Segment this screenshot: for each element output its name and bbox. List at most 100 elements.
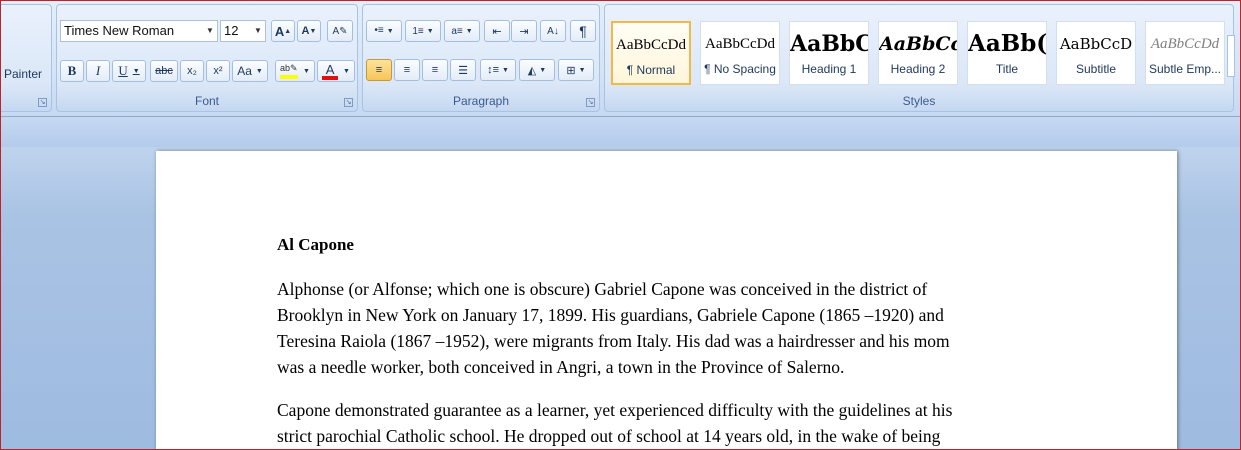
underline-icon: U	[118, 63, 128, 78]
decrease-indent-button[interactable]: ⇤	[484, 20, 510, 42]
font-color-icon: A	[322, 62, 339, 80]
style-subtitle[interactable]: AaBbCcD Subtitle	[1056, 21, 1136, 85]
align-center-button[interactable]: ≡	[394, 59, 420, 81]
chevron-down-icon[interactable]: ▼	[502, 67, 509, 74]
style-heading-1[interactable]: AaBbC Heading 1	[789, 21, 869, 85]
clipboard-launcher-icon[interactable]: ↘	[38, 98, 47, 107]
style-name: Heading 1	[801, 62, 857, 76]
style-name: ¶ No Spacing	[704, 62, 776, 76]
chevron-down-icon[interactable]: ▼	[427, 28, 434, 35]
format-painter-button[interactable]: Painter	[4, 67, 42, 81]
grow-font-button[interactable]: A ▲	[271, 20, 295, 42]
font-group-label: Font	[194, 94, 219, 108]
style-normal[interactable]: AaBbCcDd ¶ Normal	[611, 21, 691, 85]
line-spacing-button[interactable]: ↕≡ ▼	[480, 59, 516, 81]
document-title: Al Capone	[277, 235, 354, 254]
chevron-down-icon[interactable]: ▼	[466, 28, 473, 35]
change-case-icon: Aa	[237, 64, 252, 78]
style-subtle-emphasis[interactable]: AaBbCcDd Subtle Emp...	[1145, 21, 1225, 85]
style-name: Subtle Emp...	[1148, 62, 1222, 76]
paragraph-dialog-launcher-icon[interactable]: ↘	[586, 98, 595, 107]
chevron-down-icon[interactable]: ▼	[343, 68, 350, 75]
paragraph-1: Alphonse (or Alfonse; which one is obscu…	[277, 276, 1057, 380]
align-left-button[interactable]: ≡	[366, 59, 392, 81]
multilevel-list-button[interactable]: a≡ ▼	[444, 20, 480, 42]
shrink-font-icon: A	[301, 25, 310, 37]
style-sample: AaBbC	[790, 31, 868, 57]
document-page[interactable]: Al Capone Alphonse (or Alfonse; which on…	[156, 151, 1177, 449]
chevron-down-icon[interactable]: ▼	[539, 67, 546, 74]
paragraph-line: strict parochial Catholic school. He dro…	[277, 426, 941, 446]
font-name-value: Times New Roman	[64, 23, 175, 38]
justify-button[interactable]: ☰	[450, 59, 476, 81]
sort-button[interactable]: A↓	[540, 20, 566, 42]
align-left-icon: ≡	[375, 64, 383, 76]
font-size-combo[interactable]: 12 ▼	[220, 20, 266, 42]
word-window: Painter ↘ Times New Roman ▼ 12 ▼ A ▲ A ▼ A…	[0, 0, 1241, 450]
font-dialog-launcher-icon[interactable]: ↘	[344, 98, 353, 107]
increase-indent-icon: ⇥	[519, 25, 529, 38]
text-highlight-button[interactable]: ab✎ ▼	[275, 60, 315, 82]
multilevel-list-icon: a≡	[451, 25, 463, 37]
paragraph-2: Capone demonstrated guarantee as a learn…	[277, 397, 1057, 449]
italic-button[interactable]: I	[86, 60, 110, 82]
align-center-icon: ≡	[403, 64, 411, 76]
bullets-button[interactable]: •≡ ▼	[366, 20, 402, 42]
chevron-down-icon[interactable]: ▼	[133, 67, 140, 75]
ruler-area	[1, 117, 1240, 147]
justify-icon: ☰	[458, 64, 468, 77]
clear-formatting-button[interactable]: A✎	[327, 20, 353, 42]
bold-button[interactable]: B	[60, 60, 84, 82]
numbered-list-icon: 1≡	[412, 25, 424, 37]
style-sample: AaBbCcDd	[1150, 36, 1220, 52]
font-group: Times New Roman ▼ 12 ▼ A ▲ A ▼ A✎ B I U ▼ a…	[56, 4, 358, 112]
chevron-down-icon[interactable]: ▼	[387, 28, 394, 35]
chevron-down-icon[interactable]: ▼	[256, 68, 263, 75]
paragraph-line: Alphonse (or Alfonse; which one is obscu…	[277, 279, 928, 299]
show-marks-button[interactable]: ¶	[570, 20, 596, 42]
style-sample: AaBbCcDd	[705, 36, 775, 52]
style-no-spacing[interactable]: AaBbCcDd ¶ No Spacing	[700, 21, 780, 85]
subscript-button[interactable]: x₂	[180, 60, 204, 82]
style-name: Title	[995, 62, 1019, 76]
increase-indent-button[interactable]: ⇥	[511, 20, 537, 42]
clear-formatting-icon: A✎	[332, 25, 348, 37]
ribbon: Painter ↘ Times New Roman ▼ 12 ▼ A ▲ A ▼ A…	[1, 1, 1240, 117]
numbering-button[interactable]: 1≡ ▼	[405, 20, 441, 42]
paragraph-line: was a needle worker, both conceived in A…	[277, 357, 845, 377]
borders-icon: ⊞	[566, 64, 576, 77]
change-case-button[interactable]: Aa ▼	[232, 60, 268, 82]
chevron-down-icon[interactable]: ▼	[251, 21, 265, 41]
styles-gallery-scroll[interactable]	[1227, 35, 1235, 77]
style-sample: AaBb(	[968, 30, 1046, 57]
styles-group-label: Styles	[902, 94, 936, 108]
chevron-down-icon[interactable]: ▼	[203, 21, 217, 41]
style-name: Heading 2	[890, 62, 946, 76]
align-right-icon: ≡	[431, 64, 439, 76]
paint-bucket-icon: ◭	[527, 64, 537, 77]
chevron-down-icon[interactable]: ▼	[579, 67, 586, 74]
font-color-button[interactable]: A ▼	[317, 60, 355, 82]
underline-button[interactable]: U ▼	[112, 60, 146, 82]
grow-font-icon: A	[274, 23, 285, 39]
style-heading-2[interactable]: AaBbCc Heading 2	[878, 21, 958, 85]
paragraph-line: Teresina Raiola (1867 –1952), were migra…	[277, 331, 950, 351]
paragraph-line: Brooklyn in New York on January 17, 1899…	[277, 305, 944, 325]
style-name: Subtitle	[1075, 62, 1117, 76]
chevron-down-icon[interactable]: ▼	[303, 68, 310, 75]
align-right-button[interactable]: ≡	[422, 59, 448, 81]
strikethrough-button[interactable]: abc	[150, 60, 178, 82]
line-spacing-icon: ↕≡	[487, 64, 499, 76]
font-size-value: 12	[224, 23, 239, 38]
highlighter-icon: ab✎	[280, 63, 299, 79]
borders-button[interactable]: ⊞ ▼	[558, 59, 594, 81]
clipboard-group: Painter ↘	[1, 4, 52, 112]
style-title[interactable]: AaBb( Title	[967, 21, 1047, 85]
font-name-combo[interactable]: Times New Roman ▼	[60, 20, 218, 42]
superscript-button[interactable]: x²	[206, 60, 230, 82]
shrink-font-button[interactable]: A ▼	[297, 20, 321, 42]
shading-button[interactable]: ◭ ▼	[519, 59, 555, 81]
styles-group: AaBbCcDd ¶ Normal AaBbCcDd ¶ No Spacing …	[604, 4, 1235, 112]
paragraph-group-label: Paragraph	[452, 94, 510, 108]
document-workspace: Al Capone Alphonse (or Alfonse; which on…	[1, 117, 1240, 449]
